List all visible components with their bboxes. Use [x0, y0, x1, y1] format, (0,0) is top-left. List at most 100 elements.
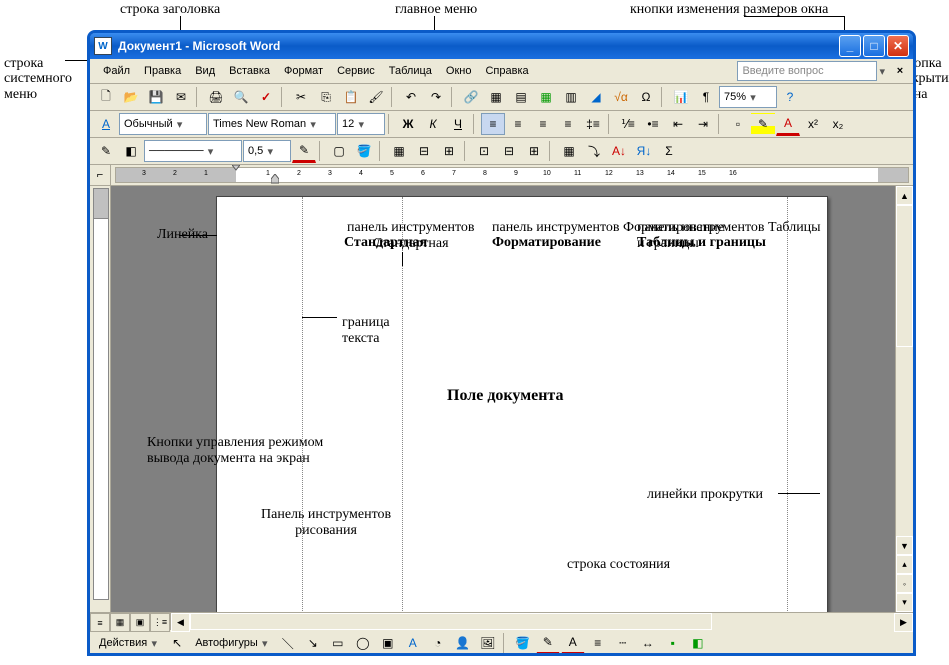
styles-pane-icon[interactable]: A [94, 113, 118, 135]
insert-table-icon[interactable]: ▤ [509, 86, 533, 108]
scroll-left-icon[interactable]: ◀ [171, 613, 190, 632]
print-icon[interactable]: 🖨 [204, 86, 228, 108]
rectangle-shape-icon[interactable]: ▭ [326, 632, 350, 654]
underline-icon[interactable]: Ч [446, 113, 470, 135]
menu-file[interactable]: Файл [96, 63, 137, 79]
diagram-icon[interactable]: ◔ [426, 632, 450, 654]
first-line-indent-marker[interactable] [232, 165, 240, 175]
autosum-icon[interactable]: Σ [657, 140, 681, 162]
hyperlink-icon[interactable]: 🔗 [459, 86, 483, 108]
sort-desc-icon[interactable]: Я↓ [632, 140, 656, 162]
print-preview-icon[interactable]: 🔍 [229, 86, 253, 108]
next-page-icon[interactable]: ▾ [896, 593, 913, 612]
shadow-icon[interactable]: ▪ [661, 632, 685, 654]
tables-borders-icon[interactable]: ▦ [484, 86, 508, 108]
decrease-indent-icon[interactable]: ⇤ [666, 113, 690, 135]
split-cells-icon[interactable]: ⊞ [437, 140, 461, 162]
align-justify-icon[interactable]: ≡ [556, 113, 580, 135]
arrow-style-icon[interactable]: ↔ [636, 632, 660, 654]
equation-icon[interactable]: Ω [634, 86, 658, 108]
help-icon[interactable]: ? [778, 86, 802, 108]
document-page[interactable]: Линейка панель инструментов Стандартная … [216, 196, 828, 612]
open-icon[interactable]: 📂 [119, 86, 143, 108]
distribute-cols-icon[interactable]: ⊞ [522, 140, 546, 162]
menu-format[interactable]: Формат [277, 63, 330, 79]
picture-icon[interactable]: 🖼 [476, 632, 500, 654]
format-painter-icon[interactable]: 🖌 [364, 86, 388, 108]
font-size-combo[interactable]: 12▾ [337, 113, 385, 135]
print-view-icon[interactable]: ▣ [130, 613, 150, 632]
font-color-icon[interactable]: A [776, 112, 800, 136]
menu-table[interactable]: Таблица [382, 63, 439, 79]
border-color-icon[interactable]: ✎ [292, 139, 316, 163]
align-right-icon[interactable]: ≡ [531, 113, 555, 135]
outline-view-icon[interactable]: ⋮≡ [150, 613, 170, 632]
menu-view[interactable]: Вид [188, 63, 222, 79]
arrow-shape-icon[interactable]: ↘ [301, 632, 325, 654]
shading-color-icon[interactable]: 🪣 [352, 140, 376, 162]
maximize-button[interactable]: □ [863, 35, 885, 57]
minimize-button[interactable]: _ [839, 35, 861, 57]
insert-excel-icon[interactable]: ▦ [534, 86, 558, 108]
merge-cells-icon[interactable]: ⊟ [412, 140, 436, 162]
bold-icon[interactable]: Ж [396, 113, 420, 135]
align-left-icon[interactable]: ≡ [481, 113, 505, 135]
document-map-icon[interactable]: √α [609, 86, 633, 108]
align-center-icon[interactable]: ≡ [506, 113, 530, 135]
autoformat-icon[interactable]: ▦ [557, 140, 581, 162]
italic-icon[interactable]: К [421, 113, 445, 135]
scroll-right-icon[interactable]: ▶ [894, 613, 913, 632]
browse-object-icon[interactable]: ◦ [896, 574, 913, 593]
paste-icon[interactable]: 📋 [339, 86, 363, 108]
distribute-rows-icon[interactable]: ⊟ [497, 140, 521, 162]
ask-question-input[interactable]: Введите вопрос [737, 61, 877, 81]
undo-icon[interactable]: ↶ [399, 86, 423, 108]
style-combo[interactable]: Обычный▾ [119, 113, 207, 135]
title-bar[interactable]: W Документ1 - Microsoft Word _ □ ✕ [90, 33, 913, 59]
chart-icon[interactable]: 📊 [669, 86, 693, 108]
line-spacing-icon[interactable]: ‡≡ [581, 113, 605, 135]
scroll-thumb[interactable] [896, 205, 913, 347]
font-color2-icon[interactable]: A [561, 631, 585, 655]
outside-border-icon[interactable]: ▢ [327, 140, 351, 162]
autoshapes-menu[interactable]: Автофигуры▾ [190, 632, 275, 654]
vertical-ruler[interactable] [90, 186, 111, 612]
sort-asc-icon[interactable]: А↓ [607, 140, 631, 162]
document-close-button[interactable]: × [893, 65, 907, 77]
word-app-icon[interactable]: W [94, 37, 112, 55]
scroll-up-icon[interactable]: ▲ [896, 186, 913, 205]
numbering-icon[interactable]: ⅟≡ [616, 113, 640, 135]
eraser-icon[interactable]: ◧ [119, 140, 143, 162]
text-direction-icon[interactable]: ⤵ [582, 140, 606, 162]
prev-page-icon[interactable]: ▴ [896, 555, 913, 574]
wordart-icon[interactable]: A [401, 632, 425, 654]
fill-color-icon[interactable]: 🪣 [511, 632, 535, 654]
line-style-icon[interactable]: ≡ [586, 632, 610, 654]
save-icon[interactable]: 💾 [144, 86, 168, 108]
clipart-icon[interactable]: 👤 [451, 632, 475, 654]
scroll-down-icon[interactable]: ▼ [896, 536, 913, 555]
menu-edit[interactable]: Правка [137, 63, 188, 79]
font-combo[interactable]: Times New Roman▾ [208, 113, 336, 135]
close-button[interactable]: ✕ [887, 35, 909, 57]
line-weight-combo[interactable]: 0,5▾ [243, 140, 291, 162]
borders-icon[interactable]: ▫ [726, 113, 750, 135]
line-style-combo[interactable]: ───────▾ [144, 140, 242, 162]
horizontal-ruler[interactable]: 3 2 1 1 2 3 4 5 6 7 8 9 10 11 12 13 14 1… [115, 167, 909, 183]
zoom-combo[interactable]: 75%▾ [719, 86, 777, 108]
menu-window[interactable]: Окно [439, 63, 479, 79]
web-view-icon[interactable]: ▦ [110, 613, 130, 632]
menu-help[interactable]: Справка [478, 63, 535, 79]
actions-menu[interactable]: Действия▾ [94, 632, 164, 654]
draw-table-icon[interactable]: ✎ [94, 140, 118, 162]
line-shape-icon[interactable]: ＼ [276, 632, 300, 654]
drawing-toggle-icon[interactable]: ◢ [584, 86, 608, 108]
tab-align-selector[interactable]: ⌐ [90, 165, 111, 185]
line-color-icon[interactable]: ✎ [536, 631, 560, 655]
insert-table-icon2[interactable]: ▦ [387, 140, 411, 162]
columns-icon[interactable]: ▥ [559, 86, 583, 108]
dash-style-icon[interactable]: ┄ [611, 632, 635, 654]
cut-icon[interactable]: ✂ [289, 86, 313, 108]
align-cell-icon[interactable]: ⊡ [472, 140, 496, 162]
select-objects-icon[interactable]: ↖ [165, 632, 189, 654]
